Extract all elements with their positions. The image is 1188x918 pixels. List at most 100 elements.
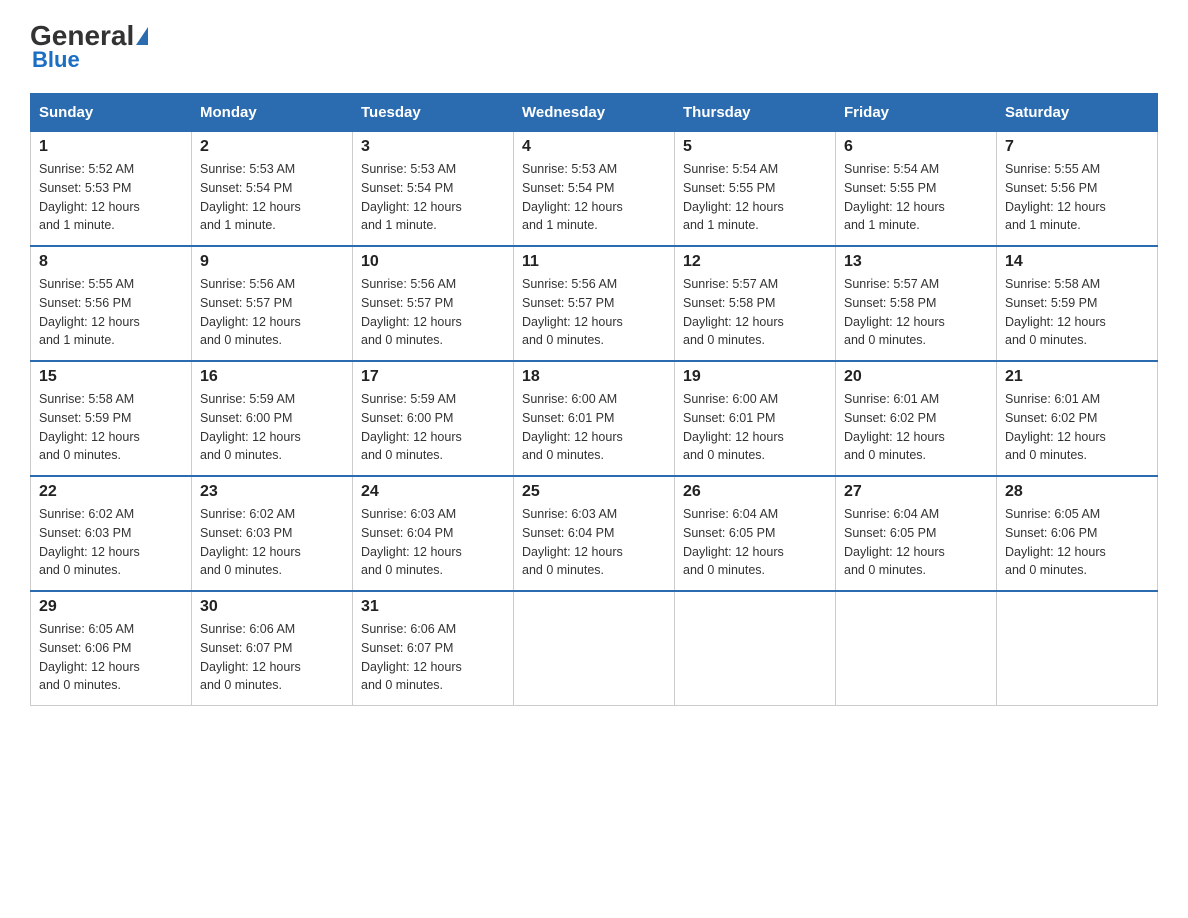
calendar-cell: 26 Sunrise: 6:04 AMSunset: 6:05 PMDayligh…	[675, 476, 836, 591]
day-info: Sunrise: 6:04 AMSunset: 6:05 PMDaylight:…	[683, 505, 827, 580]
day-number: 29	[39, 598, 183, 616]
day-number: 17	[361, 368, 505, 386]
day-number: 26	[683, 483, 827, 501]
day-number: 2	[200, 138, 344, 156]
calendar-cell: 6 Sunrise: 5:54 AMSunset: 5:55 PMDaylight…	[836, 132, 997, 247]
day-number: 10	[361, 253, 505, 271]
day-of-week-header: Friday	[836, 94, 997, 132]
calendar-cell: 16Sunrise: 5:59 AMSunset: 6:00 PMDayligh…	[192, 361, 353, 476]
calendar-cell: 19 Sunrise: 6:00 AMSunset: 6:01 PMDayligh…	[675, 361, 836, 476]
day-number: 11	[522, 253, 666, 271]
day-number: 4	[522, 138, 666, 156]
day-info: Sunrise: 6:00 AMSunset: 6:01 PMDaylight:…	[522, 390, 666, 465]
calendar-cell: 18Sunrise: 6:00 AMSunset: 6:01 PMDayligh…	[514, 361, 675, 476]
calendar-cell: 4Sunrise: 5:53 AMSunset: 5:54 PMDaylight…	[514, 132, 675, 247]
calendar-cell: 1 Sunrise: 5:52 AMSunset: 5:53 PMDaylight…	[31, 132, 192, 247]
calendar-cell: 25 Sunrise: 6:03 AMSunset: 6:04 PMDayligh…	[514, 476, 675, 591]
day-info: Sunrise: 5:53 AMSunset: 5:54 PMDaylight:…	[200, 160, 344, 235]
calendar-week-row: 22 Sunrise: 6:02 AMSunset: 6:03 PMDayligh…	[31, 476, 1158, 591]
calendar-cell: 17 Sunrise: 5:59 AMSunset: 6:00 PMDayligh…	[353, 361, 514, 476]
day-number: 27	[844, 483, 988, 501]
day-number: 21	[1005, 368, 1149, 386]
calendar-cell: 28Sunrise: 6:05 AMSunset: 6:06 PMDayligh…	[997, 476, 1158, 591]
day-info: Sunrise: 5:55 AMSunset: 5:56 PMDaylight:…	[39, 275, 183, 350]
logo-blue-text: Blue	[32, 47, 80, 73]
calendar-cell: 27Sunrise: 6:04 AMSunset: 6:05 PMDayligh…	[836, 476, 997, 591]
calendar-week-row: 29Sunrise: 6:05 AMSunset: 6:06 PMDayligh…	[31, 591, 1158, 706]
day-info: Sunrise: 5:57 AMSunset: 5:58 PMDaylight:…	[844, 275, 988, 350]
day-info: Sunrise: 6:02 AMSunset: 6:03 PMDaylight:…	[200, 505, 344, 580]
calendar-cell: 23 Sunrise: 6:02 AMSunset: 6:03 PMDayligh…	[192, 476, 353, 591]
day-info: Sunrise: 5:52 AMSunset: 5:53 PMDaylight:…	[39, 160, 183, 235]
calendar-cell: 13 Sunrise: 5:57 AMSunset: 5:58 PMDayligh…	[836, 246, 997, 361]
calendar-cell	[836, 591, 997, 706]
day-of-week-header: Saturday	[997, 94, 1158, 132]
day-info: Sunrise: 5:54 AMSunset: 5:55 PMDaylight:…	[844, 160, 988, 235]
day-info: Sunrise: 6:06 AMSunset: 6:07 PMDaylight:…	[361, 620, 505, 695]
day-of-week-header: Tuesday	[353, 94, 514, 132]
day-number: 22	[39, 483, 183, 501]
day-number: 9	[200, 253, 344, 271]
day-number: 14	[1005, 253, 1149, 271]
calendar-cell: 31 Sunrise: 6:06 AMSunset: 6:07 PMDayligh…	[353, 591, 514, 706]
day-number: 20	[844, 368, 988, 386]
day-info: Sunrise: 6:03 AMSunset: 6:04 PMDaylight:…	[522, 505, 666, 580]
day-info: Sunrise: 5:58 AMSunset: 5:59 PMDaylight:…	[39, 390, 183, 465]
calendar-week-row: 8 Sunrise: 5:55 AMSunset: 5:56 PMDaylight…	[31, 246, 1158, 361]
calendar-header-row: SundayMondayTuesdayWednesdayThursdayFrid…	[31, 94, 1158, 132]
calendar-cell: 11 Sunrise: 5:56 AMSunset: 5:57 PMDayligh…	[514, 246, 675, 361]
day-info: Sunrise: 5:59 AMSunset: 6:00 PMDaylight:…	[200, 390, 344, 465]
page-header: General Blue	[30, 20, 1158, 73]
day-info: Sunrise: 5:56 AMSunset: 5:57 PMDaylight:…	[361, 275, 505, 350]
day-number: 19	[683, 368, 827, 386]
calendar-cell	[675, 591, 836, 706]
calendar-cell: 20 Sunrise: 6:01 AMSunset: 6:02 PMDayligh…	[836, 361, 997, 476]
day-number: 1	[39, 138, 183, 156]
day-number: 30	[200, 598, 344, 616]
day-number: 7	[1005, 138, 1149, 156]
day-number: 6	[844, 138, 988, 156]
day-info: Sunrise: 6:06 AMSunset: 6:07 PMDaylight:…	[200, 620, 344, 695]
day-of-week-header: Sunday	[31, 94, 192, 132]
day-info: Sunrise: 6:00 AMSunset: 6:01 PMDaylight:…	[683, 390, 827, 465]
calendar-cell: 30 Sunrise: 6:06 AMSunset: 6:07 PMDayligh…	[192, 591, 353, 706]
day-of-week-header: Thursday	[675, 94, 836, 132]
calendar-cell: 22 Sunrise: 6:02 AMSunset: 6:03 PMDayligh…	[31, 476, 192, 591]
calendar-cell: 5 Sunrise: 5:54 AMSunset: 5:55 PMDaylight…	[675, 132, 836, 247]
calendar-cell: 29Sunrise: 6:05 AMSunset: 6:06 PMDayligh…	[31, 591, 192, 706]
logo: General Blue	[30, 20, 150, 73]
day-info: Sunrise: 5:56 AMSunset: 5:57 PMDaylight:…	[522, 275, 666, 350]
calendar-cell	[514, 591, 675, 706]
day-info: Sunrise: 5:54 AMSunset: 5:55 PMDaylight:…	[683, 160, 827, 235]
day-number: 8	[39, 253, 183, 271]
day-info: Sunrise: 5:59 AMSunset: 6:00 PMDaylight:…	[361, 390, 505, 465]
day-number: 31	[361, 598, 505, 616]
calendar-cell: 7Sunrise: 5:55 AMSunset: 5:56 PMDaylight…	[997, 132, 1158, 247]
day-info: Sunrise: 5:57 AMSunset: 5:58 PMDaylight:…	[683, 275, 827, 350]
calendar-week-row: 1 Sunrise: 5:52 AMSunset: 5:53 PMDaylight…	[31, 132, 1158, 247]
day-number: 12	[683, 253, 827, 271]
day-of-week-header: Monday	[192, 94, 353, 132]
calendar-cell	[997, 591, 1158, 706]
calendar-cell: 9 Sunrise: 5:56 AMSunset: 5:57 PMDaylight…	[192, 246, 353, 361]
day-info: Sunrise: 5:56 AMSunset: 5:57 PMDaylight:…	[200, 275, 344, 350]
calendar-cell: 3Sunrise: 5:53 AMSunset: 5:54 PMDaylight…	[353, 132, 514, 247]
day-number: 15	[39, 368, 183, 386]
day-info: Sunrise: 6:03 AMSunset: 6:04 PMDaylight:…	[361, 505, 505, 580]
day-number: 25	[522, 483, 666, 501]
day-of-week-header: Wednesday	[514, 94, 675, 132]
day-number: 13	[844, 253, 988, 271]
calendar-table: SundayMondayTuesdayWednesdayThursdayFrid…	[30, 93, 1158, 706]
calendar-cell: 24Sunrise: 6:03 AMSunset: 6:04 PMDayligh…	[353, 476, 514, 591]
day-number: 23	[200, 483, 344, 501]
calendar-cell: 8 Sunrise: 5:55 AMSunset: 5:56 PMDaylight…	[31, 246, 192, 361]
day-number: 5	[683, 138, 827, 156]
calendar-cell: 15 Sunrise: 5:58 AMSunset: 5:59 PMDayligh…	[31, 361, 192, 476]
calendar-cell: 21Sunrise: 6:01 AMSunset: 6:02 PMDayligh…	[997, 361, 1158, 476]
calendar-cell: 12 Sunrise: 5:57 AMSunset: 5:58 PMDayligh…	[675, 246, 836, 361]
calendar-cell: 10 Sunrise: 5:56 AMSunset: 5:57 PMDayligh…	[353, 246, 514, 361]
day-number: 28	[1005, 483, 1149, 501]
day-info: Sunrise: 6:02 AMSunset: 6:03 PMDaylight:…	[39, 505, 183, 580]
day-number: 3	[361, 138, 505, 156]
day-info: Sunrise: 6:01 AMSunset: 6:02 PMDaylight:…	[844, 390, 988, 465]
